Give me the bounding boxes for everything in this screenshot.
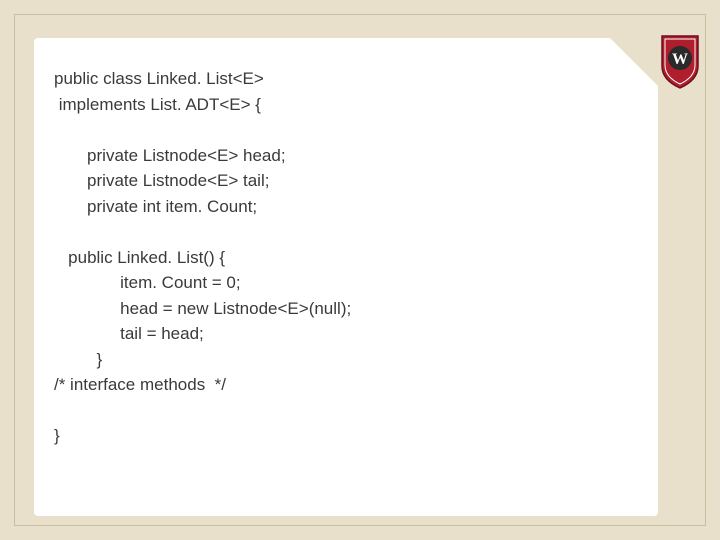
content-card: public class Linked. List<E> implements …: [34, 38, 658, 516]
code-block: public class Linked. List<E> implements …: [34, 38, 658, 469]
code-line: item. Count = 0;: [54, 273, 241, 292]
code-line: /* interface methods */: [54, 375, 226, 394]
code-line: tail = head;: [54, 324, 204, 343]
code-line: private int item. Count;: [54, 197, 257, 216]
crest-icon: W: [660, 34, 700, 90]
crest-letter: W: [672, 51, 688, 68]
code-line: }: [54, 426, 60, 445]
code-line: public Linked. List() {: [54, 248, 225, 267]
code-line: private Listnode<E> tail;: [54, 171, 269, 190]
code-line: implements List. ADT<E> {: [54, 95, 261, 114]
code-line: head = new Listnode<E>(null);: [54, 299, 351, 318]
code-line: public class Linked. List<E>: [54, 69, 264, 88]
code-line: private Listnode<E> head;: [54, 146, 286, 165]
code-line: }: [54, 350, 102, 369]
